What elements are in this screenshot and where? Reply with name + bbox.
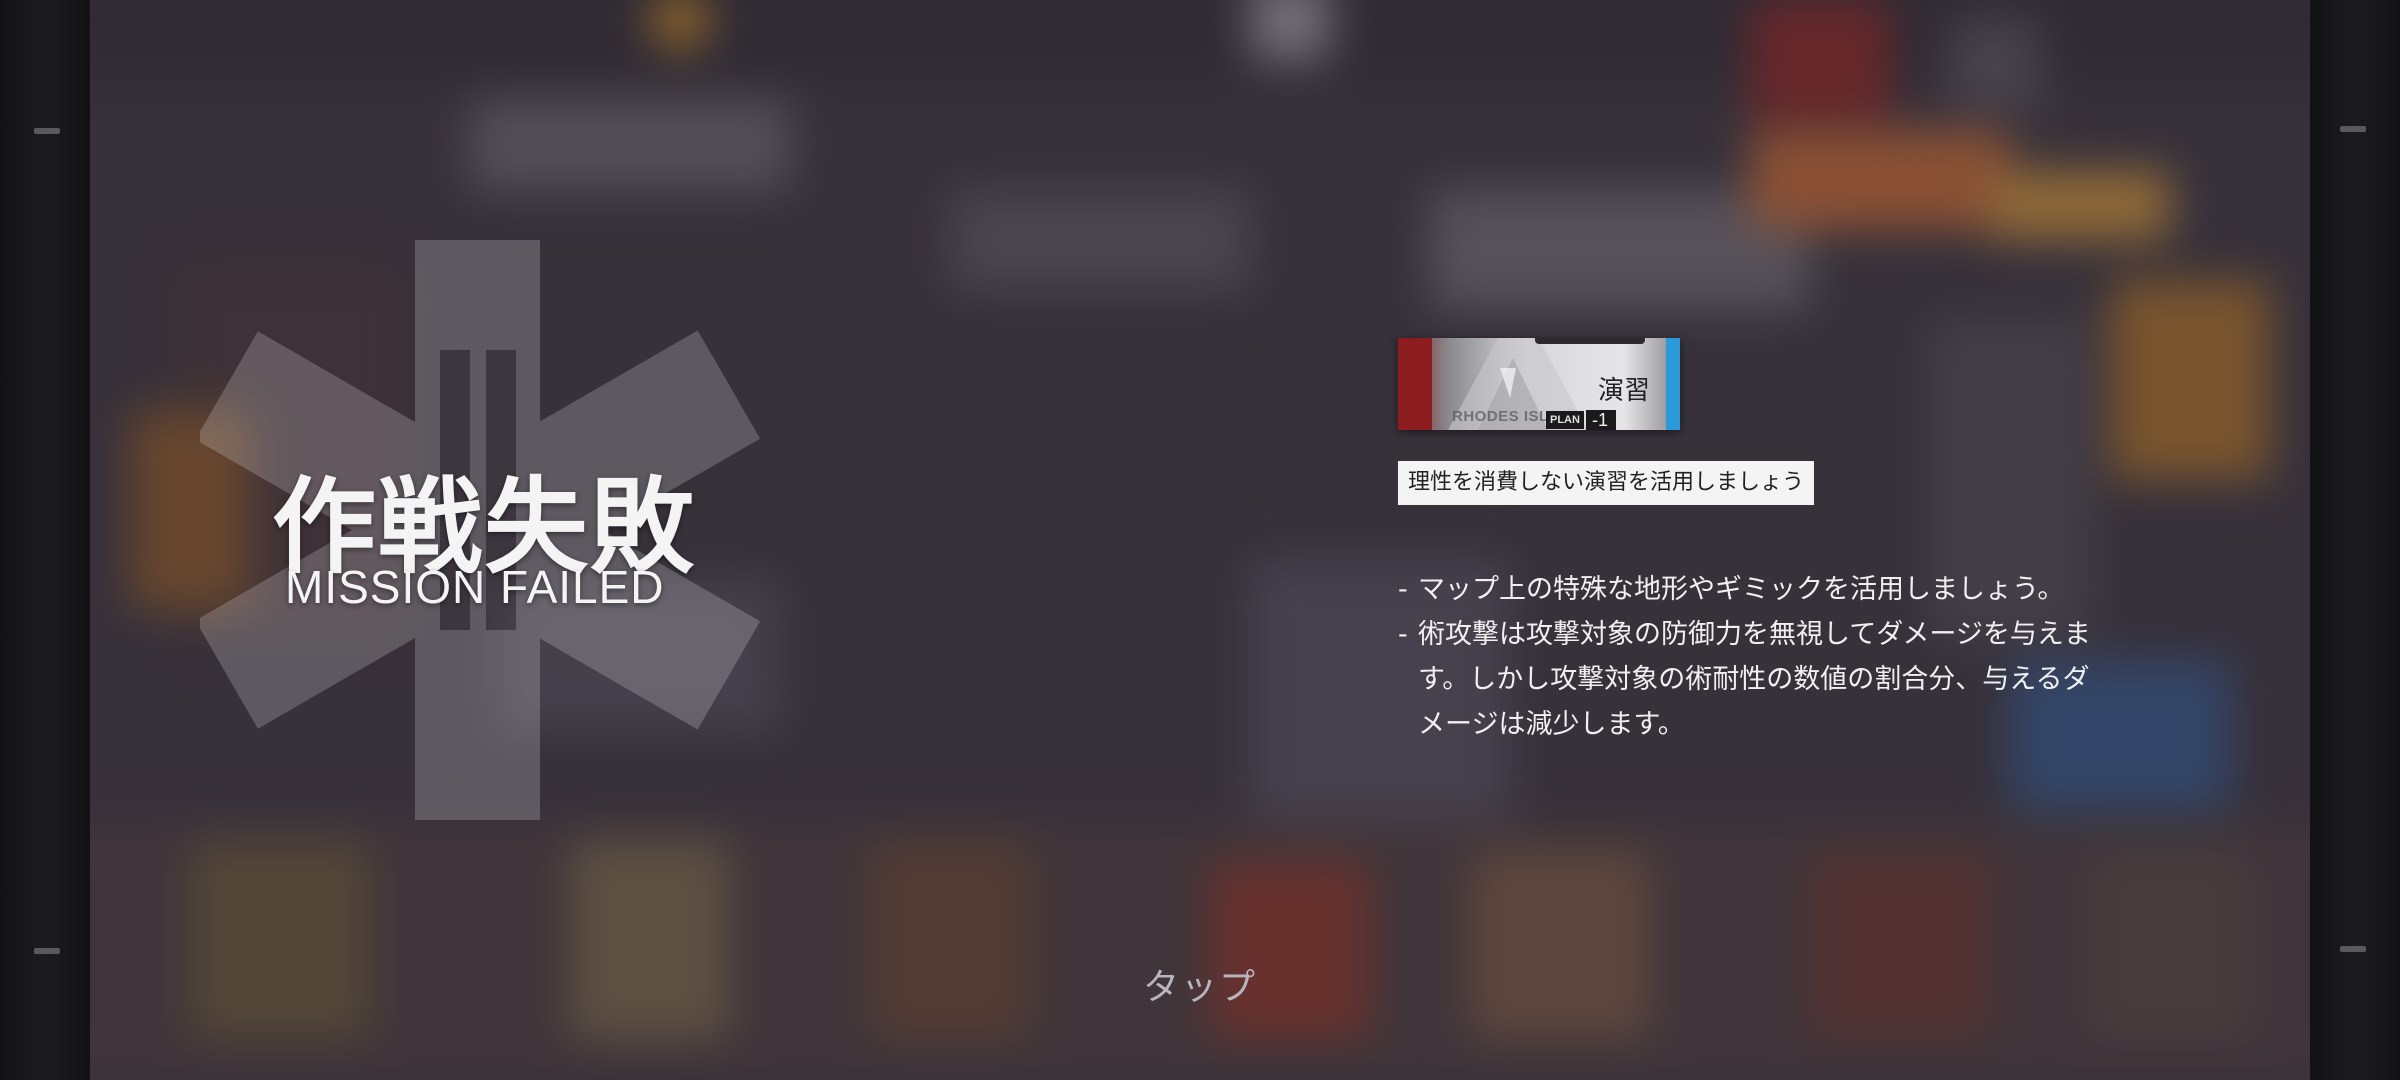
right-letterbox (2310, 0, 2400, 1080)
mission-failed-title-en: MISSION FAILED (285, 561, 665, 613)
mission-failed-screen[interactable]: 作戦失敗 MISSION FAILED RHODES ISLAN PLAN -1… (0, 0, 2400, 1080)
plan-label: PLAN (1546, 411, 1584, 429)
letterbox-tick (2340, 126, 2366, 132)
practice-hint-banner: 理性を消費しない演習を活用しましょう (1398, 461, 1815, 505)
tip-text: 術攻撃は攻撃対象の防御力を無視してダメージを与えます。しかし攻撃対象の術耐性の数… (1418, 619, 2091, 740)
tap-to-continue-prompt[interactable]: タップ (0, 958, 2400, 1010)
practice-label: 演習 (1597, 376, 1650, 406)
letterbox-tick (34, 128, 60, 134)
practice-mode-card: RHODES ISLAN PLAN -1 演習 (1398, 338, 1680, 430)
tip-text: マップ上の特殊な地形やギミックを活用しましょう。 (1418, 574, 2065, 605)
tip-bullet: - (1398, 619, 1408, 650)
plan-cost-value: -1 (1585, 410, 1616, 430)
letterbox-tick (34, 948, 60, 954)
letterbox-tick (2340, 946, 2366, 952)
tip-item: - マップ上の特殊な地形やギミックを活用しましょう。 (1398, 567, 2098, 612)
tip-item: - 術攻撃は攻撃対象の防御力を無視してダメージを与えます。しかし攻撃対象の術耐性… (1398, 612, 2098, 747)
card-red-strip (1398, 338, 1432, 430)
plan-cost-badge: PLAN -1 (1546, 410, 1616, 430)
card-top-tab (1535, 338, 1645, 344)
tip-bullet: - (1398, 574, 1408, 605)
left-letterbox (0, 0, 90, 1080)
tips-list: - マップ上の特殊な地形やギミックを活用しましょう。 - 術攻撃は攻撃対象の防御… (1398, 567, 2098, 747)
card-blue-strip (1666, 338, 1680, 430)
